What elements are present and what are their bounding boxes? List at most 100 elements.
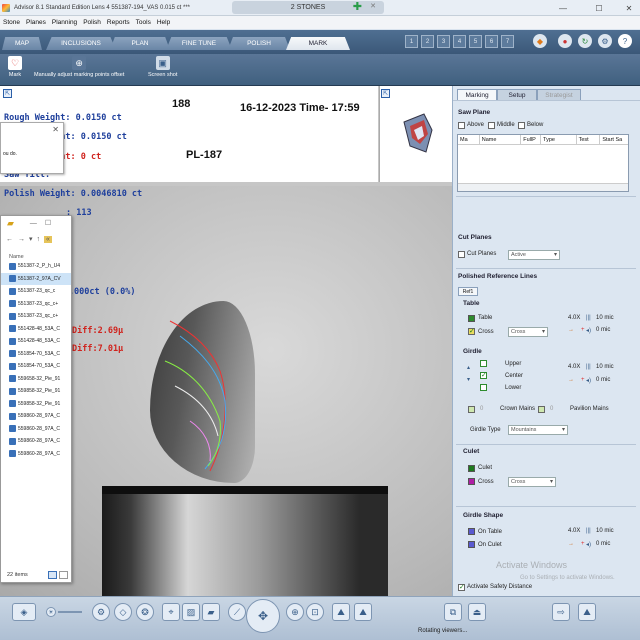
on-culet-swatch[interactable] [468,541,475,548]
cut-planes-checkbox[interactable] [458,251,465,258]
shape-offset-arrow-icon[interactable]: ◂) [586,541,591,548]
explorer-minimize[interactable]: — [30,220,37,227]
file-row[interactable]: 551387-23_qc_c [1,285,71,298]
rotate-control-icon[interactable]: ✥ [246,599,280,633]
girdle-offset-minus-icon[interactable]: → [568,377,574,383]
above-checkbox[interactable] [458,122,465,129]
back-icon[interactable]: ← [6,236,13,243]
column-header[interactable]: Name [1,248,71,260]
menu-polish[interactable]: Polish [83,19,101,26]
help-icon[interactable]: ? [618,34,632,48]
address-bar[interactable]: « [44,235,52,243]
minimize-button[interactable]: — [552,0,574,16]
tab-inclusions[interactable]: INCLUSIONS [46,37,116,50]
ref1-tab[interactable]: Ref1 [458,287,478,296]
eject-icon[interactable]: ⏏ [468,603,486,621]
safety-distance-checkbox[interactable] [458,583,465,591]
stone-slot-3[interactable]: 3 [437,35,450,48]
zoom-region-icon[interactable]: ⊡ [306,603,324,621]
file-row[interactable]: 559860-28_97A_C [1,448,71,461]
girdle-grid-icon[interactable]: ||| [586,364,591,370]
file-row[interactable]: 559858-32_Pie_91 [1,385,71,398]
dialog-close-icon[interactable]: ✕ [52,125,59,134]
crosshair-icon[interactable]: ⌖ [162,603,180,621]
stone-slot-2[interactable]: 2 [421,35,434,48]
tiles-view-icon[interactable] [59,571,68,579]
details-view-icon[interactable] [48,571,57,579]
crown-mains-checkbox[interactable] [468,406,475,413]
culet-color-swatch[interactable] [468,465,475,472]
multi-view-icon[interactable]: ⧉ [444,603,462,621]
up-icon[interactable]: ↑ [37,236,41,243]
close-tab-icon[interactable]: ✕ [370,2,376,10]
tab-mark[interactable]: MARK [286,37,350,50]
stone-thumbnail[interactable] [379,86,452,182]
on-table-swatch[interactable] [468,528,475,535]
culet-cross-swatch[interactable] [468,478,475,485]
next-stone-icon[interactable]: ⇨ [552,603,570,621]
table-offset-arrow-icon[interactable]: ◂) [586,327,591,334]
table-offset-plus-icon[interactable]: + [581,327,585,333]
file-row[interactable]: 559658-32_Pie_91 [1,373,71,386]
shape-grid-icon[interactable]: ||| [586,528,591,534]
menu-planes[interactable]: Planes [26,19,46,26]
girdle-offset-plus-icon[interactable]: + [581,377,585,383]
thumbnail-expand-icon[interactable]: ⇱ [381,89,390,98]
refresh-icon[interactable]: ↻ [578,34,592,48]
stone-slot-1[interactable]: 1 [405,35,418,48]
facet-icon[interactable]: ❂ [136,603,154,621]
shape-offset-minus-icon[interactable]: → [568,541,574,547]
culet-cross-dropdown[interactable]: Cross [508,477,556,487]
file-row[interactable]: 559860-28_97A_C [1,435,71,448]
stone-slot-4[interactable]: 4 [453,35,466,48]
cross-checkbox[interactable] [468,327,475,335]
brightness-icon[interactable]: ☀ [46,607,56,617]
settings-icon[interactable]: ⚙ [598,34,612,48]
file-row[interactable]: 551387-23_qc_c+ [1,310,71,323]
mountain-view-icon[interactable]: ⛰ [332,603,350,621]
girdle-stepper-up-icon[interactable]: ▴ [467,364,470,371]
upper-checkbox[interactable] [480,360,487,367]
explorer-maximize[interactable]: ☐ [45,219,51,227]
girdle-stepper-down-icon[interactable]: ▾ [467,376,470,383]
menu-reports[interactable]: Reports [107,19,130,26]
mountain-view-2-icon[interactable]: ⛰ [354,603,372,621]
tab-map[interactable]: MAP [2,37,42,50]
menu-stone[interactable]: Stone [3,19,20,26]
manual-offset-button[interactable]: ⊕ Manually adjust marking points offset [34,56,124,78]
pavilion-mains-checkbox[interactable] [538,406,545,413]
zoom-in-icon[interactable]: ⊕ [286,603,304,621]
cut-planes-dropdown[interactable]: Active [508,250,560,260]
mark-button[interactable]: ♡ Mark [8,56,22,78]
file-row[interactable]: 551387-2_97A_CV [1,272,71,285]
stone-view-icon[interactable]: ◈ [12,603,36,621]
close-window-button[interactable]: ✕ [618,0,640,16]
girdle-offset-arrow-icon[interactable]: ◂) [586,377,591,384]
tab-marking[interactable]: Marking [457,89,497,100]
mountain-panel-icon[interactable]: ⛰ [578,603,596,621]
menu-help[interactable]: Help [157,19,170,26]
tab-fine-tune[interactable]: FINE TUNE [166,37,232,50]
table-scrollbar[interactable] [458,183,628,191]
dropdown-icon[interactable]: ▾ [29,235,33,243]
below-checkbox[interactable] [518,122,525,129]
file-row[interactable]: 551387-2_P_h_U4 [1,260,71,273]
tab-polish[interactable]: POLISH [228,37,290,50]
file-row[interactable]: 559858-32_Pie_91 [1,398,71,411]
middle-checkbox[interactable] [488,122,495,129]
lower-checkbox[interactable] [480,384,487,391]
shape-offset-plus-icon[interactable]: + [581,541,585,547]
stone-slot-5[interactable]: 5 [469,35,482,48]
file-row[interactable]: 551428-48_53A_C [1,335,71,348]
table-offset-minus-icon[interactable]: → [568,327,574,333]
file-row[interactable]: 551387-23_qc_c+ [1,298,71,311]
table-cross-dropdown[interactable]: Cross [508,327,548,337]
navigate-icon[interactable]: ◆ [533,34,547,48]
stone-slot-6[interactable]: 6 [485,35,498,48]
center-checkbox[interactable] [480,371,487,379]
view-icon[interactable]: ▨ [182,603,200,621]
layer-icon[interactable]: ▰ [202,603,220,621]
table-grid-icon[interactable]: ||| [586,315,591,321]
file-row[interactable]: 551428-48_53A_C [1,323,71,336]
tab-strategist[interactable]: Strategist [537,89,581,100]
